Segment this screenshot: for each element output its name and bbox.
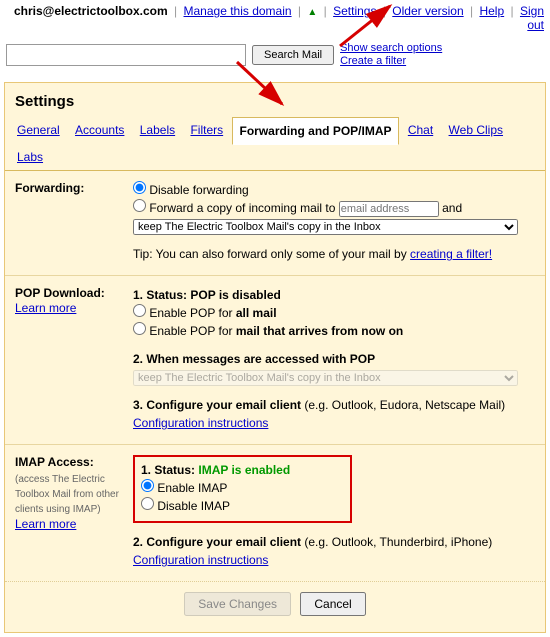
imap-enable-radio[interactable] — [141, 479, 154, 492]
pop-when-label: 2. When messages are accessed with POP — [133, 352, 375, 366]
pop-status-value: POP is disabled — [190, 288, 280, 302]
forwarding-section: Forwarding: Disable forwarding Forward a… — [5, 171, 545, 275]
tab-labels[interactable]: Labels — [134, 117, 181, 143]
header-bar: chris@electrictoolbox.com | Manage this … — [0, 0, 550, 40]
presence-icon: ▲ — [307, 7, 317, 18]
tab-forwarding-pop-imap[interactable]: Forwarding and POP/IMAP — [232, 117, 398, 145]
save-button[interactable]: Save Changes — [184, 592, 291, 616]
enable-forwarding-radio[interactable] — [133, 199, 146, 212]
imap-highlight-box: 1. Status: IMAP is enabled Enable IMAP D… — [133, 455, 352, 523]
settings-link[interactable]: Settings — [333, 4, 376, 18]
create-filter-link[interactable]: Create a filter — [340, 55, 406, 67]
pop-now-bold: mail that arrives from now on — [236, 324, 403, 338]
forward-copy-select[interactable]: keep The Electric Toolbox Mail's copy in… — [133, 219, 518, 235]
forward-email-input[interactable] — [339, 201, 439, 217]
imap-configure-suffix: (e.g. Outlook, Thunderbird, iPhone) — [304, 535, 492, 549]
pop-section: POP Download: Learn more 1. Status: POP … — [5, 275, 545, 444]
pop-config-instructions-link[interactable]: Configuration instructions — [133, 416, 268, 430]
settings-panel: Settings General Accounts Labels Filters… — [4, 82, 546, 633]
forwarding-label: Forwarding: — [15, 181, 123, 263]
pop-learn-more-link[interactable]: Learn more — [15, 301, 76, 315]
disable-forwarding-radio[interactable] — [133, 181, 146, 194]
tab-labs[interactable]: Labs — [11, 144, 49, 170]
signout-link[interactable]: Sign out — [520, 4, 544, 32]
pop-enable-now-radio[interactable] — [133, 322, 146, 335]
search-input[interactable] — [6, 44, 246, 66]
pop-all-bold: all mail — [236, 306, 277, 320]
forward-tip-text: Tip: You can also forward only some of y… — [133, 247, 407, 261]
older-version-link[interactable]: Older version — [392, 4, 463, 18]
search-button[interactable]: Search Mail — [252, 45, 334, 65]
cancel-button[interactable]: Cancel — [300, 592, 365, 616]
imap-enable-text: Enable IMAP — [157, 481, 227, 495]
pop-now-prefix: Enable POP for — [149, 324, 232, 338]
tab-web-clips[interactable]: Web Clips — [443, 117, 509, 143]
imap-status-label: 1. Status: — [141, 463, 195, 477]
pop-when-select[interactable]: keep The Electric Toolbox Mail's copy in… — [133, 370, 518, 386]
disable-forwarding-text: Disable forwarding — [149, 183, 248, 197]
imap-disable-radio[interactable] — [141, 497, 154, 510]
manage-domain-link[interactable]: Manage this domain — [184, 4, 292, 18]
imap-config-instructions-link[interactable]: Configuration instructions — [133, 553, 268, 567]
page-title: Settings — [5, 83, 545, 116]
tab-chat[interactable]: Chat — [402, 117, 439, 143]
footer-buttons: Save Changes Cancel — [5, 581, 545, 632]
pop-configure-label: 3. Configure your email client — [133, 398, 301, 412]
tab-filters[interactable]: Filters — [184, 117, 229, 143]
pop-label: POP Download: — [15, 286, 105, 300]
pop-status-label: 1. Status: — [133, 288, 187, 302]
tab-accounts[interactable]: Accounts — [69, 117, 130, 143]
tab-general[interactable]: General — [11, 117, 66, 143]
tabs-bar: General Accounts Labels Filters Forwardi… — [5, 116, 545, 171]
help-link[interactable]: Help — [479, 4, 504, 18]
imap-disable-text: Disable IMAP — [157, 499, 230, 513]
imap-sublabel: (access The Electric Toolbox Mail from o… — [15, 472, 123, 517]
imap-section: IMAP Access: (access The Electric Toolbo… — [5, 444, 545, 581]
imap-configure-label: 2. Configure your email client — [133, 535, 301, 549]
pop-enable-all-radio[interactable] — [133, 304, 146, 317]
forward-prefix-text: Forward a copy of incoming mail to — [149, 201, 335, 215]
show-search-options-link[interactable]: Show search options — [340, 42, 442, 54]
imap-status-value: IMAP is enabled — [198, 463, 290, 477]
pop-all-prefix: Enable POP for — [149, 306, 232, 320]
search-row: Search Mail Show search options Create a… — [0, 40, 550, 78]
create-filter-tip-link[interactable]: creating a filter! — [410, 247, 492, 261]
user-email: chris@electrictoolbox.com — [14, 4, 168, 18]
imap-learn-more-link[interactable]: Learn more — [15, 517, 76, 531]
forward-and-text: and — [442, 201, 462, 215]
imap-label: IMAP Access: — [15, 455, 94, 469]
pop-configure-suffix: (e.g. Outlook, Eudora, Netscape Mail) — [304, 398, 505, 412]
